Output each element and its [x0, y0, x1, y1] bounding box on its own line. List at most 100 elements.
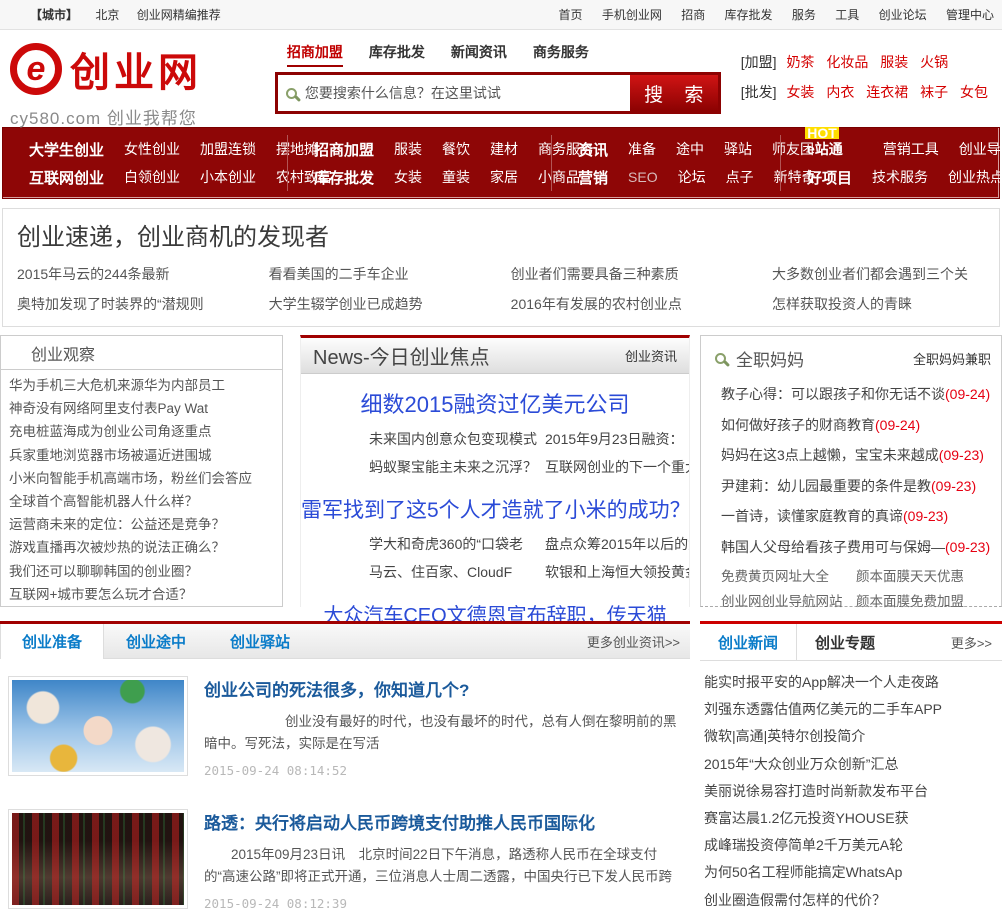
- nav-small-capital[interactable]: 小本创业: [200, 167, 256, 187]
- tab-startup-ontheway[interactable]: 创业途中: [104, 624, 208, 658]
- list-item[interactable]: 为何50名工程师能搞定WhatsAp: [704, 859, 1002, 886]
- search-tab-wholesale[interactable]: 库存批发: [369, 42, 425, 67]
- express-link[interactable]: 怎样获取投资人的青睐: [772, 294, 985, 314]
- list-item[interactable]: 我们还可以聊聊韩国的创业圈？: [9, 560, 274, 583]
- topnav-tools[interactable]: 工具: [835, 8, 859, 22]
- mom-footer-link[interactable]: 颜本面膜免费加盟: [856, 589, 991, 614]
- nav-on-the-way[interactable]: 途中: [676, 139, 704, 159]
- join-link-cosmetics[interactable]: 化妆品: [826, 54, 868, 70]
- search-tab-business[interactable]: 商务服务: [533, 42, 589, 67]
- wholesale-link-socks[interactable]: 袜子: [920, 84, 948, 100]
- wholesale-link-women[interactable]: 女装: [786, 84, 814, 100]
- nav-college-startup[interactable]: 大学生创业: [29, 139, 104, 160]
- list-item[interactable]: 妈妈在这3点上越懒，宝宝未来越成(09-23): [715, 440, 991, 471]
- join-link-clothing[interactable]: 服装: [880, 54, 908, 70]
- article-title[interactable]: 路透：央行将启动人民币跨境支付助推人民币国际化: [204, 809, 680, 834]
- nav-marketing[interactable]: 营销: [578, 167, 608, 188]
- express-link[interactable]: 2015年马云的244条最新: [17, 264, 269, 284]
- list-item[interactable]: 小米向智能手机高端市场，粉丝们会答应: [9, 467, 274, 490]
- list-item[interactable]: 神奇没有网络阿里支付表Pay Wat: [9, 397, 274, 420]
- article-thumbnail[interactable]: [8, 809, 188, 909]
- nav-investment-join[interactable]: 招商加盟: [314, 139, 374, 160]
- nav-whitecollar-startup[interactable]: 白领创业: [124, 167, 180, 187]
- logo[interactable]: e 创业网 cy580.com 创业我帮您: [10, 38, 275, 128]
- list-item[interactable]: 赛富达晨1.2亿元投资YHOUSE获: [704, 805, 1002, 832]
- topnav-home[interactable]: 首页: [558, 8, 582, 22]
- news-link[interactable]: 学大和奇虎360的“口袋老: [369, 530, 545, 558]
- topnav-admin[interactable]: 管理中心: [946, 8, 994, 22]
- topnav-service[interactable]: 服务: [792, 8, 816, 22]
- list-item[interactable]: 充电桩蓝海成为创业公司角逐重点: [9, 420, 274, 443]
- nav-good-projects[interactable]: 好项目: [807, 167, 852, 188]
- mom-footer-link[interactable]: 创业网创业导航网站: [721, 589, 856, 614]
- list-item[interactable]: 微软|高通|英特尔创投简介: [704, 723, 1002, 750]
- news-link[interactable]: 蚂蚁聚宝能主未来之沉浮？: [369, 453, 545, 481]
- nav-kidswear[interactable]: 童装: [442, 167, 470, 187]
- wholesale-link-underwear[interactable]: 内衣: [826, 84, 854, 100]
- news-link[interactable]: 未来国内创意众包变现模式: [369, 425, 545, 453]
- express-link[interactable]: 奥特加发现了时装界的“潜规则: [17, 294, 269, 314]
- tab-startup-station[interactable]: 创业驿站: [208, 624, 312, 658]
- list-item[interactable]: 运营商未来的定位：公益还是竞争？: [9, 513, 274, 536]
- search-input[interactable]: [304, 85, 630, 101]
- express-link[interactable]: 2016年有发展的农村创业点: [511, 294, 772, 314]
- tab-startup-news[interactable]: 创业新闻: [700, 624, 798, 660]
- search-tab-news[interactable]: 新闻资讯: [451, 42, 507, 67]
- nav-internet-startup[interactable]: 互联网创业: [29, 167, 104, 188]
- side-more-link[interactable]: 更多>>: [951, 624, 1002, 660]
- nav-women-startup[interactable]: 女性创业: [124, 139, 180, 159]
- search-button[interactable]: 搜 索: [629, 75, 718, 111]
- express-link[interactable]: 大学生辍学创业已成趋势: [269, 294, 511, 314]
- nav-womenswear[interactable]: 女装: [394, 167, 422, 187]
- news-link[interactable]: 软银和上海恒大领投黄金钱包: [545, 558, 689, 586]
- express-link[interactable]: 大多数创业者们都会遇到三个关: [772, 264, 985, 284]
- mom-more-link[interactable]: 全职妈妈兼职: [913, 349, 991, 368]
- list-item[interactable]: 美丽说徐易容打造时尚新款发布平台: [704, 778, 1002, 805]
- news-headline[interactable]: 雷军找到了这5个人才造就了小米的成功？: [301, 494, 691, 524]
- article-thumbnail[interactable]: [8, 676, 188, 776]
- nav-tech-service[interactable]: 技术服务: [872, 167, 928, 187]
- join-link-milktea[interactable]: 奶茶: [786, 54, 814, 70]
- list-item[interactable]: 刘强东透露估值两亿美元的二手车APP: [704, 696, 1002, 723]
- news-link[interactable]: 互联网创业的下一个重大机遇: [545, 453, 689, 481]
- list-item[interactable]: 全球首个高智能机器人什么样？: [9, 490, 274, 513]
- list-item[interactable]: 兵家重地浏览器市场被逼近进围城: [9, 444, 274, 467]
- search-tab-join[interactable]: 招商加盟: [286, 42, 343, 67]
- list-item[interactable]: 能实时报平安的App解决一个人走夜路: [704, 669, 1002, 696]
- list-item[interactable]: 2015年“大众创业万众创新”汇总: [704, 751, 1002, 778]
- nav-clothing[interactable]: 服装: [394, 139, 422, 159]
- nav-forum[interactable]: 论坛: [678, 167, 706, 187]
- news-link[interactable]: 马云、住百家、CloudF: [369, 558, 545, 586]
- nav-ezhan[interactable]: e站通 HOT: [805, 126, 863, 159]
- nav-building-materials[interactable]: 建材: [490, 139, 518, 159]
- join-link-hotpot[interactable]: 火锅: [920, 54, 948, 70]
- news-link[interactable]: 盘点众筹2015年以后的六: [545, 530, 689, 558]
- topnav-forum[interactable]: 创业论坛: [879, 8, 927, 22]
- list-item[interactable]: 成峰瑞投资停简单2千万美元A轮: [704, 832, 1002, 859]
- nav-franchise[interactable]: 加盟连锁: [200, 139, 256, 159]
- express-link[interactable]: 创业者们需要具备三种素质: [511, 264, 772, 284]
- nav-marketing-tools[interactable]: 营销工具: [883, 139, 939, 159]
- list-item[interactable]: 华为手机三大危机来源华为内部员工: [9, 374, 274, 397]
- nav-station[interactable]: 驿站: [724, 139, 752, 159]
- mom-footer-link[interactable]: 免费黄页网址大全: [721, 564, 856, 589]
- nav-startup-navigation[interactable]: 创业导航: [959, 139, 1002, 159]
- wholesale-link-bags[interactable]: 女包: [960, 84, 988, 100]
- recommend-link[interactable]: 创业网精编推荐: [137, 8, 221, 22]
- wholesale-link-dress[interactable]: 连衣裙: [866, 84, 908, 100]
- news-headline[interactable]: 细数2015融资过亿美元公司: [301, 387, 689, 419]
- nav-startup-hotspot[interactable]: 创业热点: [948, 167, 1002, 187]
- tab-startup-prepare[interactable]: 创业准备: [0, 624, 104, 659]
- news-more-link[interactable]: 创业资讯: [625, 346, 677, 365]
- article-title[interactable]: 创业公司的死法很多，你知道几个?: [204, 676, 680, 701]
- mom-footer-link[interactable]: 颜本面膜天天优惠: [856, 564, 991, 589]
- list-item[interactable]: 韩国人父母给看孩子费用可与保姆—(09-23): [715, 532, 991, 563]
- list-item[interactable]: 一首诗，读懂家庭教育的真谛(09-23): [715, 501, 991, 532]
- nav-info[interactable]: 资讯: [578, 139, 608, 160]
- nav-catering[interactable]: 餐饮: [442, 139, 470, 159]
- nav-home-goods[interactable]: 家居: [490, 167, 518, 187]
- list-item[interactable]: 尹建莉：幼儿园最重要的条件是教(09-23): [715, 471, 991, 502]
- topnav-wholesale[interactable]: 库存批发: [725, 8, 773, 22]
- nav-prepare[interactable]: 准备: [628, 139, 656, 159]
- news-link[interactable]: 2015年9月23日融资：: [545, 425, 689, 453]
